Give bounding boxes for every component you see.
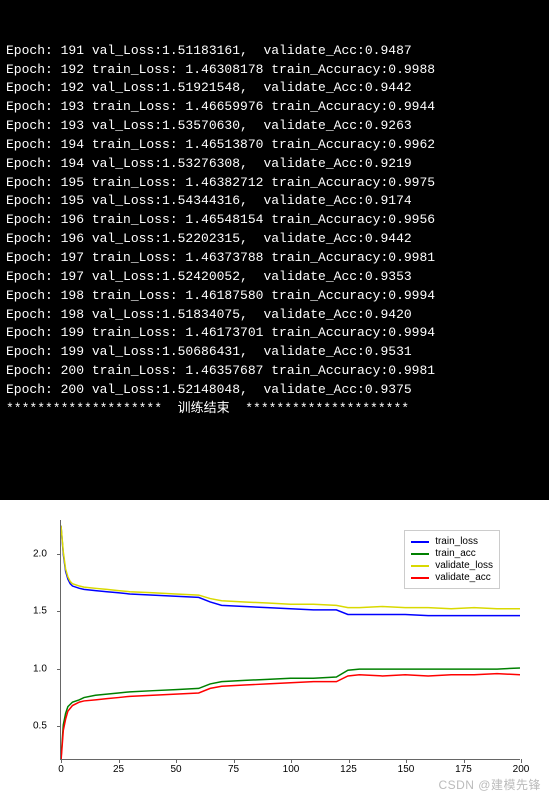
training-chart: train_losstrain_accvalidate_lossvalidate…: [0, 500, 549, 797]
x-tick-label: 175: [455, 764, 472, 775]
log-line: Epoch: 199 val_Loss:1.50686431, validate…: [6, 343, 543, 362]
x-tick-label: 125: [340, 764, 357, 775]
legend-label: validate_loss: [435, 560, 493, 571]
y-tick-label: 1.5: [33, 606, 47, 617]
watermark-text: CSDN @建模先锋: [438, 776, 541, 793]
log-line: Epoch: 200 train_Loss: 1.46357687 train_…: [6, 362, 543, 381]
x-tick-label: 100: [283, 764, 300, 775]
legend-item-train_acc: train_acc: [411, 548, 493, 559]
log-line: Epoch: 193 train_Loss: 1.46659976 train_…: [6, 98, 543, 117]
y-tick-label: 1.0: [33, 663, 47, 674]
log-line: Epoch: 197 val_Loss:1.52420052, validate…: [6, 268, 543, 287]
legend-label: train_loss: [435, 536, 478, 547]
log-line: Epoch: 194 train_Loss: 1.46513870 train_…: [6, 136, 543, 155]
log-line: Epoch: 193 val_Loss:1.53570630, validate…: [6, 117, 543, 136]
terminal-output: Epoch: 191 val_Loss:1.51183161, validate…: [0, 0, 549, 500]
log-line: Epoch: 197 train_Loss: 1.46373788 train_…: [6, 249, 543, 268]
legend-swatch: [411, 541, 429, 543]
log-line: Epoch: 195 val_Loss:1.54344316, validate…: [6, 192, 543, 211]
log-line: Epoch: 196 train_Loss: 1.46548154 train_…: [6, 211, 543, 230]
legend-item-validate_acc: validate_acc: [411, 572, 493, 583]
log-line: Epoch: 192 val_Loss:1.51921548, validate…: [6, 79, 543, 98]
x-tick-label: 200: [513, 764, 530, 775]
log-line: ******************** 训练结束 **************…: [6, 400, 543, 419]
x-tick-label: 150: [398, 764, 415, 775]
log-line: Epoch: 200 val_Loss:1.52148048, validate…: [6, 381, 543, 400]
x-tick-label: 25: [113, 764, 124, 775]
legend-swatch: [411, 553, 429, 555]
x-tick-label: 50: [170, 764, 181, 775]
log-line: Epoch: 196 val_Loss:1.52202315, validate…: [6, 230, 543, 249]
log-line: Epoch: 194 val_Loss:1.53276308, validate…: [6, 155, 543, 174]
log-line: Epoch: 198 train_Loss: 1.46187580 train_…: [6, 287, 543, 306]
chart-legend: train_losstrain_accvalidate_lossvalidate…: [404, 530, 500, 589]
legend-label: validate_acc: [435, 572, 491, 583]
log-line: Epoch: 199 train_Loss: 1.46173701 train_…: [6, 324, 543, 343]
y-tick-label: 0.5: [33, 720, 47, 731]
plot-axes: train_losstrain_accvalidate_lossvalidate…: [60, 520, 520, 760]
log-line: Epoch: 198 val_Loss:1.51834075, validate…: [6, 306, 543, 325]
legend-item-validate_loss: validate_loss: [411, 560, 493, 571]
y-tick-label: 2.0: [33, 549, 47, 560]
legend-swatch: [411, 565, 429, 567]
x-tick-label: 75: [228, 764, 239, 775]
log-line: Epoch: 192 train_Loss: 1.46308178 train_…: [6, 61, 543, 80]
series-train_acc: [61, 668, 520, 759]
series-validate_acc: [61, 674, 520, 759]
legend-swatch: [411, 577, 429, 579]
log-line: Epoch: 195 train_Loss: 1.46382712 train_…: [6, 174, 543, 193]
legend-label: train_acc: [435, 548, 476, 559]
log-line: Epoch: 191 val_Loss:1.51183161, validate…: [6, 42, 543, 61]
legend-item-train_loss: train_loss: [411, 536, 493, 547]
x-tick-label: 0: [58, 764, 64, 775]
blank-line: [6, 456, 543, 475]
